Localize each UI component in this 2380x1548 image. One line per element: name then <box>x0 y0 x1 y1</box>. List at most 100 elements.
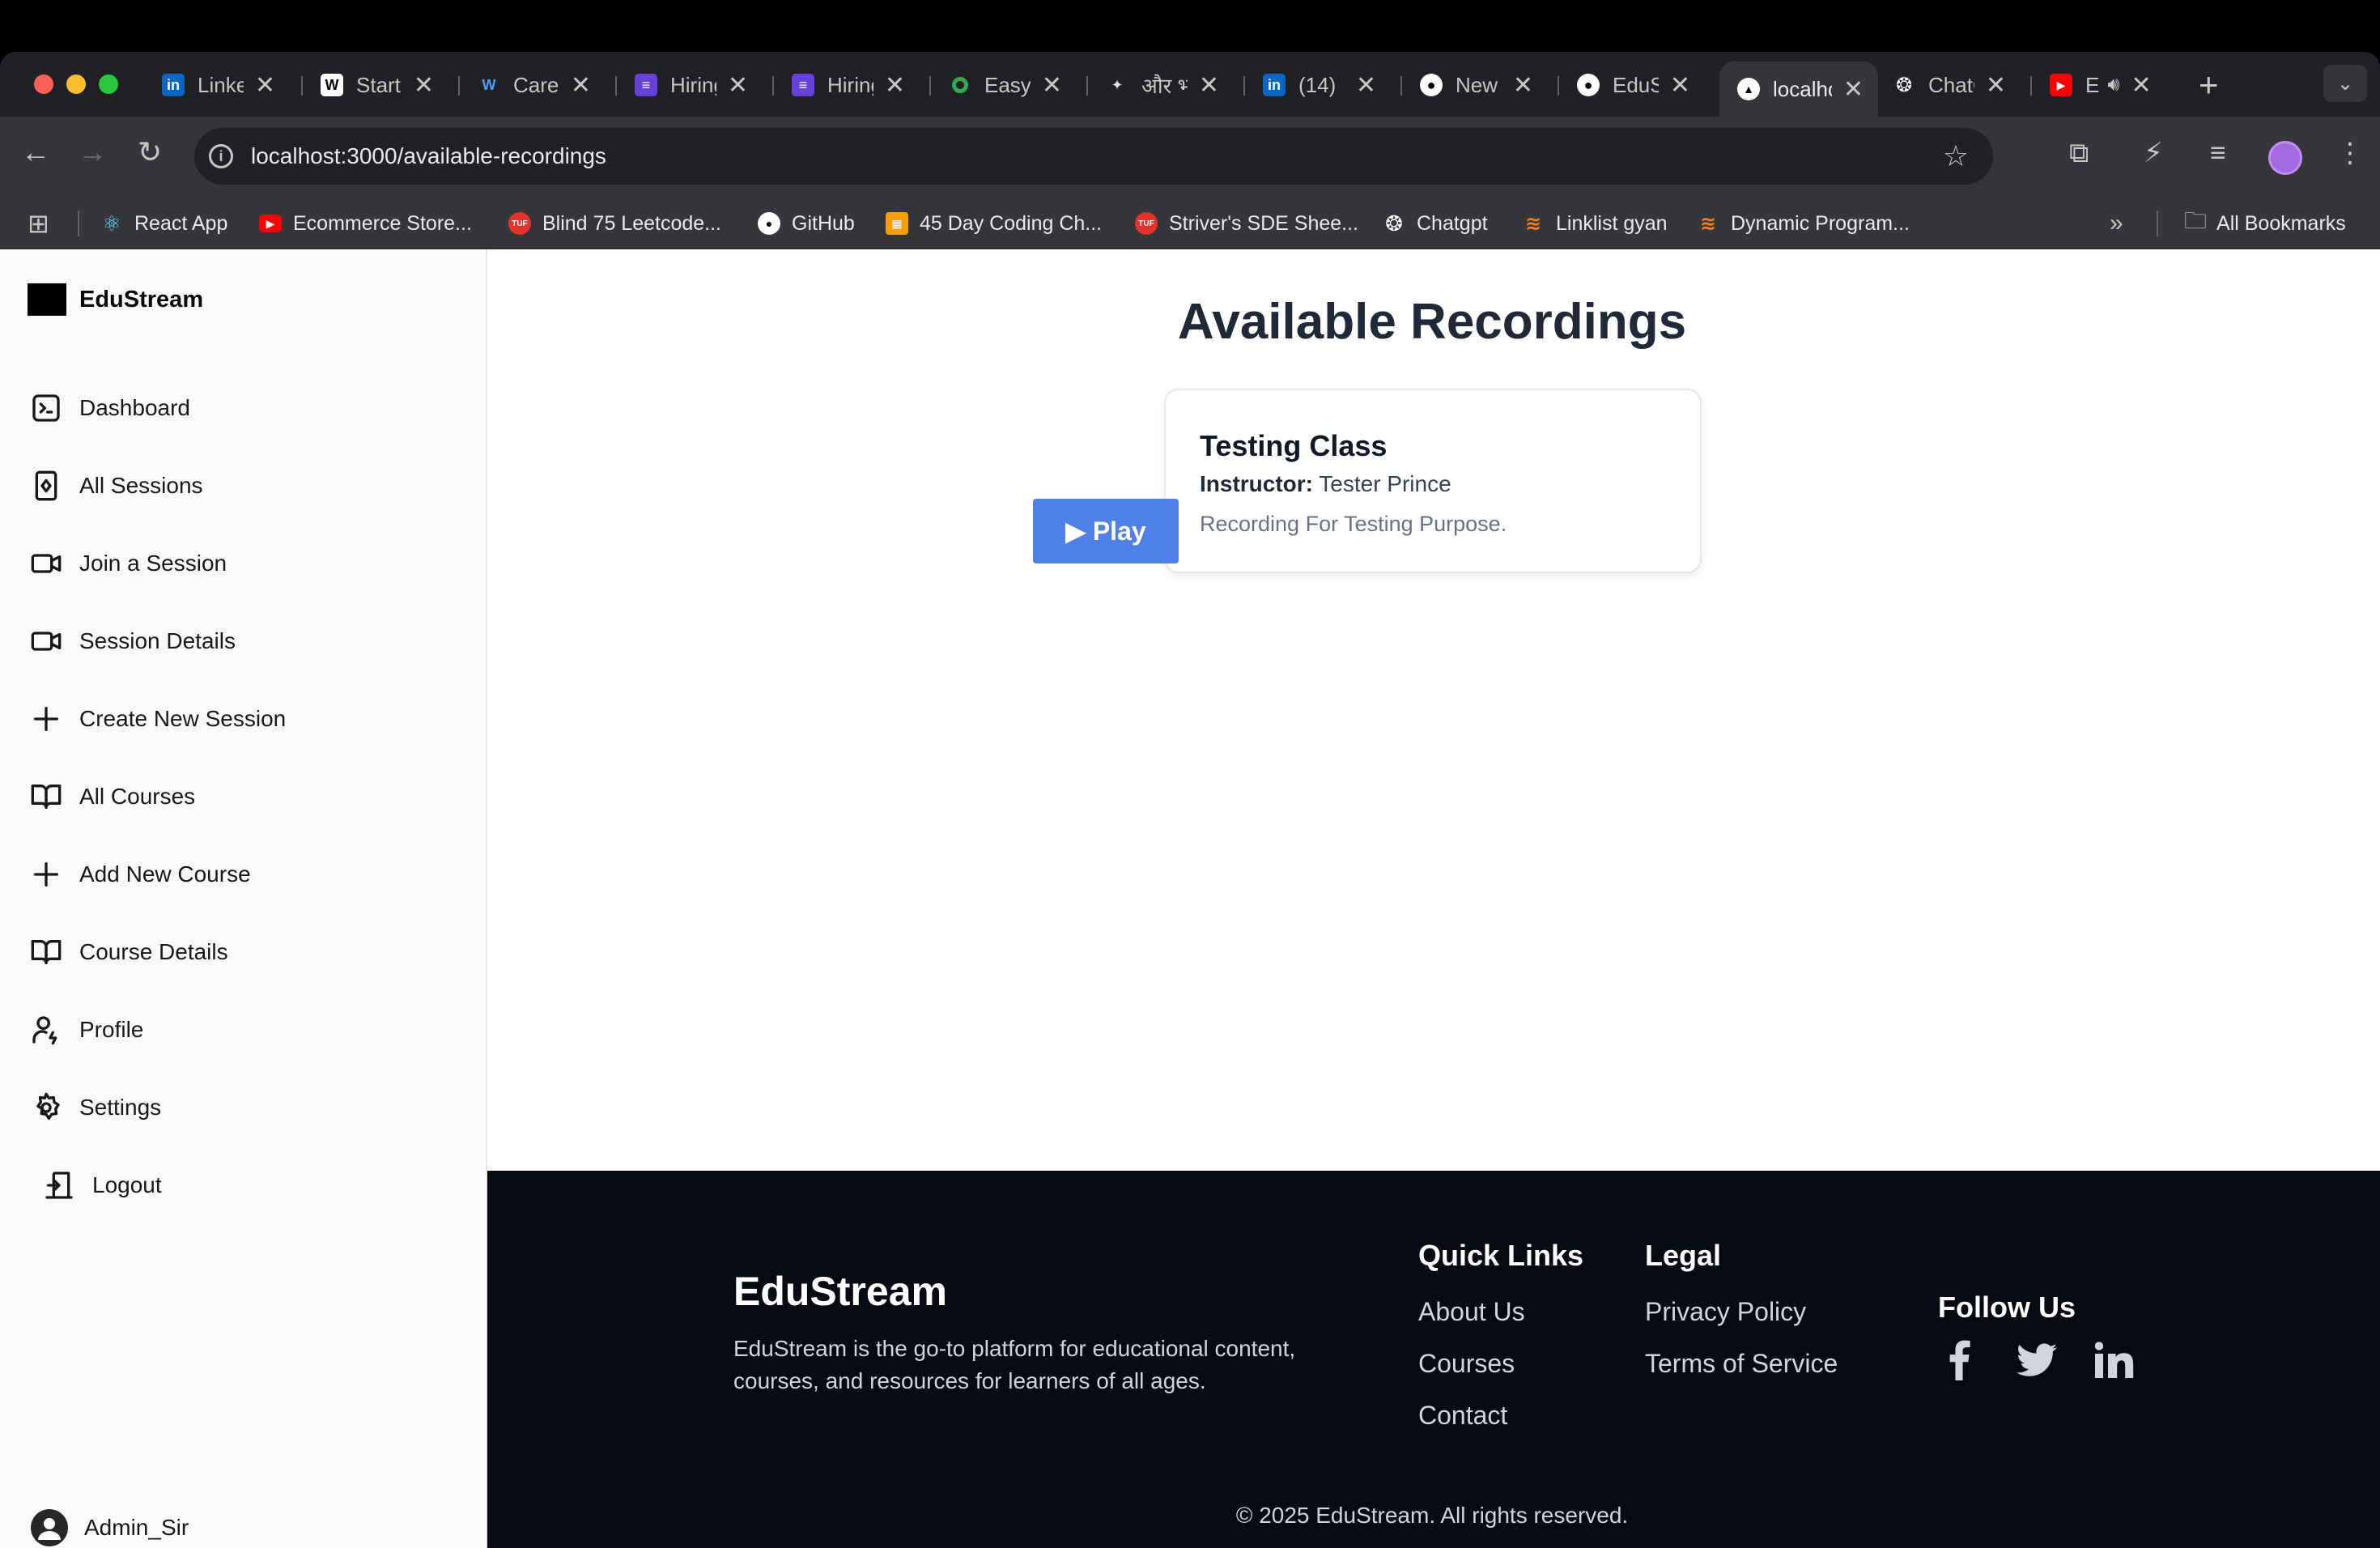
sidebar-item-all-courses[interactable]: All Courses <box>29 774 195 819</box>
sidebar-brand[interactable]: EduStream <box>28 283 203 316</box>
tuf-icon: TUF <box>508 212 531 235</box>
sidebar-item-create-session[interactable]: Create New Session <box>29 696 286 742</box>
close-tab-icon[interactable]: ✕ <box>1513 71 1533 100</box>
more-bookmarks-icon[interactable]: » <box>2110 209 2123 238</box>
close-tab-icon[interactable]: ✕ <box>255 71 275 100</box>
maximize-window-button[interactable] <box>99 74 118 94</box>
sidebar-item-join-session[interactable]: Join a Session <box>29 541 227 586</box>
sidebar-item-settings[interactable]: Settings <box>29 1085 161 1130</box>
close-tab-icon[interactable]: ✕ <box>728 71 748 100</box>
tab-hiring-2[interactable]: ≡ Hiring ✕ <box>774 62 920 108</box>
bookmark-blind75[interactable]: TUF Blind 75 Leetcode... <box>508 209 721 238</box>
close-tab-icon[interactable]: ✕ <box>885 71 905 100</box>
minimize-window-button[interactable] <box>66 74 86 94</box>
youtube-icon: ▶ <box>259 215 282 232</box>
sidebar-user[interactable]: Admin_Sir <box>31 1509 189 1546</box>
bookmark-45day[interactable]: ▦ 45 Day Coding Ch... <box>886 209 1102 238</box>
sidebar-item-add-course[interactable]: Add New Course <box>29 852 251 897</box>
apps-grid-icon[interactable]: ⊞ <box>28 209 49 238</box>
tab-hindi[interactable]: ✦ और भी ✕ <box>1088 62 1234 108</box>
book-icon <box>29 935 63 969</box>
sidebar-item-course-details[interactable]: Course Details <box>29 929 228 975</box>
tab-chatgpt[interactable]: ❂ ChatGPT ✕ <box>1875 62 2021 108</box>
speaker-icon[interactable]: 🔊︎ <box>2107 74 2119 96</box>
calendar-icon: ▦ <box>886 212 908 235</box>
close-tab-icon[interactable]: ✕ <box>1986 71 2006 100</box>
video-icon <box>29 624 63 658</box>
sidebar-item-label: Add New Course <box>79 861 251 887</box>
sidebar-item-profile[interactable]: Profile <box>29 1007 143 1053</box>
close-tab-icon[interactable]: ✕ <box>1670 71 1690 100</box>
tab-title: New <box>1456 72 1498 97</box>
tab-start[interactable]: W Start ✕ <box>303 62 448 108</box>
tab-title: (14) <box>1298 72 1337 97</box>
sidebar-item-all-sessions[interactable]: All Sessions <box>29 463 203 508</box>
bookmark-github[interactable]: ● GitHub <box>758 209 855 238</box>
linkedin-icon[interactable] <box>2092 1337 2137 1383</box>
tab-easy[interactable]: Easy ✕ <box>931 62 1077 108</box>
tab-linkedin[interactable]: in LinkedIn ✕ <box>144 62 290 108</box>
linkedin-icon: in <box>1263 74 1286 96</box>
close-tab-icon[interactable]: ✕ <box>414 71 434 100</box>
forward-icon[interactable]: → <box>78 138 107 167</box>
performance-icon[interactable]: ⚡︎ <box>2144 139 2163 167</box>
footer-link-contact[interactable]: Contact <box>1418 1401 1507 1431</box>
github-icon: ● <box>1577 74 1600 96</box>
tab-search-button[interactable]: ⌄ <box>2323 65 2367 102</box>
bookmark-star-icon[interactable]: ☆ <box>1943 139 1969 173</box>
sidebar-item-dashboard[interactable]: Dashboard <box>29 385 190 431</box>
tab-careers[interactable]: W Careers ✕ <box>460 62 606 108</box>
twitter-icon[interactable] <box>2014 1337 2059 1383</box>
openai-icon: ❂ <box>1385 211 1403 236</box>
back-icon[interactable]: ← <box>21 138 50 167</box>
chevron-down-icon: ⌄ <box>2336 72 2354 95</box>
bookmark-ecommerce[interactable]: ▶ Ecommerce Store... <box>259 209 472 238</box>
footer: EduStream EduStream is the go-to platfor… <box>487 1171 2380 1548</box>
tab-github-new[interactable]: ● New ✕ <box>1402 62 1548 108</box>
close-tab-icon[interactable]: ✕ <box>571 71 591 100</box>
bookmark-label: Dynamic Program... <box>1731 211 1910 235</box>
sidebar-item-label: Settings <box>79 1095 162 1120</box>
bookmark-linklist[interactable]: ≋ Linklist gyan <box>1522 209 1668 238</box>
terminal-icon <box>29 391 63 425</box>
tab-linkedin-2[interactable]: in (14) ✕ <box>1245 62 1391 108</box>
sidebar-item-label: All Courses <box>79 784 196 809</box>
address-bar[interactable]: i localhost:3000/available-recordings ☆ <box>194 128 1993 185</box>
close-tab-icon[interactable]: ✕ <box>2131 71 2151 100</box>
profile-avatar[interactable] <box>2268 141 2302 175</box>
github-icon: ● <box>1420 74 1443 96</box>
sidebar-item-session-details[interactable]: Session Details <box>29 619 236 664</box>
tab-localhost[interactable]: ▲ localhost ✕ <box>1719 62 1878 117</box>
user-name: Admin_Sir <box>84 1515 189 1540</box>
facebook-icon[interactable] <box>1936 1337 1982 1383</box>
bookmark-striver[interactable]: TUF Striver's SDE Shee... <box>1135 209 1358 238</box>
sidebar-item-logout[interactable]: Logout <box>42 1163 162 1208</box>
footer-link-about[interactable]: About Us <box>1418 1297 1525 1327</box>
tab-hiring-1[interactable]: ≡ Hiring ✕ <box>617 62 763 108</box>
more-menu-icon[interactable]: ⋮ <box>2336 139 2364 167</box>
footer-link-courses[interactable]: Courses <box>1418 1349 1515 1379</box>
reload-icon[interactable]: ↻ <box>138 138 162 167</box>
bookmark-dynamic-programming[interactable]: ≋ Dynamic Program... <box>1697 209 1910 238</box>
close-tab-icon[interactable]: ✕ <box>1042 71 1062 100</box>
new-tab-icon[interactable]: + <box>2199 68 2219 102</box>
close-tab-icon[interactable]: ✕ <box>1843 75 1864 104</box>
recording-description: Recording For Testing Purpose. <box>1200 512 1507 536</box>
tab-github-edustream[interactable]: ● EduStream ✕ <box>1559 62 1705 108</box>
close-tab-icon[interactable]: ✕ <box>1356 71 1376 100</box>
media-control-icon[interactable]: ≡ <box>2210 139 2226 167</box>
all-bookmarks-button[interactable]: 🗀 All Bookmarks <box>2184 208 2346 238</box>
tab-youtube[interactable]: ▶ E 🔊︎ ✕ <box>2032 62 2178 108</box>
bookmark-react-app[interactable]: ⚛ React App <box>100 209 227 238</box>
footer-link-terms[interactable]: Terms of Service <box>1645 1349 1838 1379</box>
bookmark-chatgpt[interactable]: ❂ Chatgpt <box>1383 209 1487 238</box>
site-info-icon[interactable]: i <box>209 144 233 168</box>
play-button[interactable]: ▶ Play <box>1033 499 1179 563</box>
extensions-icon[interactable]: ⧉ <box>2069 139 2089 167</box>
url-text[interactable]: localhost:3000/available-recordings <box>251 143 606 169</box>
close-tab-icon[interactable]: ✕ <box>1199 71 1219 100</box>
tab-title: LinkedIn <box>198 72 244 97</box>
close-window-button[interactable] <box>34 74 53 94</box>
wave-icon: W <box>482 76 496 93</box>
footer-link-privacy[interactable]: Privacy Policy <box>1645 1297 1806 1327</box>
